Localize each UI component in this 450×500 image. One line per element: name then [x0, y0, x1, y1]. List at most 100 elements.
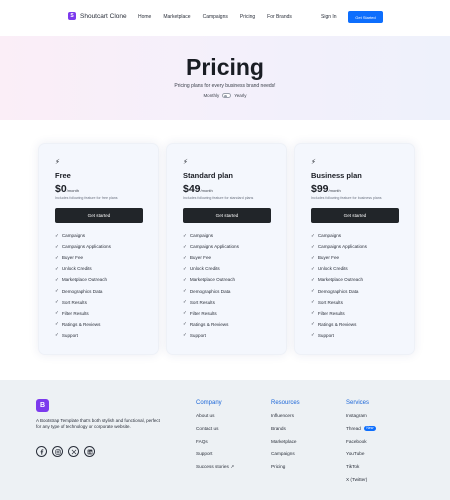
navbar: S Shoutcart Clone Home Marketplace Campa… — [0, 0, 450, 36]
billing-switch[interactable] — [222, 93, 232, 98]
footer-link[interactable]: Marketplace — [271, 438, 300, 451]
footer-column-title: Resources — [271, 400, 300, 406]
check-icon: ✓ — [311, 265, 315, 271]
plan-get-started-button[interactable]: Get started — [183, 208, 271, 223]
footer-link[interactable]: TikTok — [346, 463, 376, 476]
footer-link[interactable]: FAQs — [196, 438, 234, 451]
brand[interactable]: S Shoutcart Clone — [68, 12, 127, 20]
plan-description: Includes following feature for business … — [311, 196, 382, 200]
footer-link[interactable]: Instagram — [346, 412, 376, 425]
brand-name: Shoutcart Clone — [80, 12, 127, 20]
footer-link[interactable]: YouTube — [346, 450, 376, 463]
feature-label: Demographics Data — [61, 288, 103, 294]
footer-link[interactable]: Brands — [271, 425, 300, 438]
feature-label: Sort Results — [61, 299, 87, 305]
feature-item: ✓ Support — [311, 330, 367, 341]
check-icon: ✓ — [55, 265, 59, 271]
feature-item: ✓ Buyer Fee — [183, 252, 239, 263]
feature-label: Campaigns — [189, 233, 214, 239]
nav-link-marketplace[interactable]: Marketplace — [163, 14, 190, 20]
check-icon: ✓ — [55, 321, 59, 327]
signin-link[interactable]: Sign In — [321, 14, 337, 20]
check-icon: ✓ — [311, 243, 315, 249]
plan-price: $0/month — [55, 183, 79, 195]
footer-link[interactable]: Contact us — [196, 425, 234, 438]
nav-link-pricing[interactable]: Pricing — [240, 14, 255, 20]
check-icon: ✓ — [183, 243, 187, 249]
external-link-icon: ↗ — [230, 464, 235, 470]
feature-label: Campaigns Applications — [317, 244, 367, 250]
nav-link-campaigns[interactable]: Campaigns — [203, 14, 228, 20]
check-icon: ✓ — [183, 254, 187, 260]
plan-price: $49/month — [183, 183, 213, 195]
price-period: /month — [200, 188, 213, 193]
feature-label: Support — [189, 332, 206, 338]
get-started-button[interactable]: Get Started — [348, 11, 383, 23]
check-icon: ✓ — [55, 276, 59, 282]
x-icon[interactable] — [68, 446, 79, 457]
check-icon: ✓ — [55, 332, 59, 338]
check-icon: ✓ — [183, 232, 187, 238]
linkedin-icon[interactable] — [84, 446, 95, 457]
footer-logo[interactable]: B — [36, 399, 49, 412]
check-icon: ✓ — [311, 310, 315, 316]
plan-get-started-button[interactable]: Get started — [55, 208, 143, 223]
brand-logo-icon: S — [68, 12, 76, 20]
feature-list: ✓ Campaigns ✓ Campaigns Applications ✓ Buye… — [55, 230, 111, 341]
feature-label: Demographics Data — [317, 288, 359, 294]
footer-link[interactable]: Support — [196, 450, 234, 463]
check-icon: ✓ — [311, 232, 315, 238]
check-icon: ✓ — [311, 254, 315, 260]
nav-link-for-brands[interactable]: For Brands — [267, 14, 292, 20]
feature-label: Sort Results — [317, 299, 343, 305]
feature-label: Ratings & Reviews — [189, 321, 229, 327]
facebook-icon[interactable] — [36, 446, 47, 457]
feature-item: ✓ Sort Results — [311, 297, 367, 308]
feature-item: ✓ Demographics Data — [55, 285, 111, 296]
price-amount: $0 — [55, 183, 67, 195]
feature-item: ✓ Unlock Credits — [55, 263, 111, 274]
footer-column-services: Services Instagram Thread New Facebook Yo… — [346, 400, 376, 489]
footer-column-title: Services — [346, 400, 370, 406]
hero-subtitle: Pricing plans for every business brand n… — [174, 83, 276, 89]
price-amount: $99 — [311, 183, 329, 195]
footer-link[interactable]: Influencers — [271, 412, 300, 425]
check-icon: ✓ — [311, 299, 315, 305]
feature-item: ✓ Ratings & Reviews — [183, 319, 239, 330]
footer-link[interactable]: Pricing — [271, 463, 300, 476]
feature-item: ✓ Campaigns Applications — [55, 241, 111, 252]
feature-item: ✓ Campaigns — [311, 230, 367, 241]
feature-label: Unlock Credits — [61, 266, 92, 272]
footer-column-title: Company — [196, 400, 222, 406]
instagram-icon[interactable] — [52, 446, 63, 457]
footer: B A Bootstrap Template that's both styli… — [0, 380, 450, 500]
check-icon: ✓ — [183, 276, 187, 282]
footer-column-resources: Resources Influencers Brands Marketplace… — [271, 400, 300, 476]
billing-toggle: Monthly Yearly — [0, 93, 450, 98]
toggle-monthly-label: Monthly — [203, 93, 220, 98]
check-icon: ✓ — [311, 321, 315, 327]
check-icon: ✓ — [183, 332, 187, 338]
check-icon: ✓ — [55, 288, 59, 294]
feature-label: Support — [61, 332, 78, 338]
feature-label: Campaigns Applications — [61, 244, 111, 250]
footer-link-thread[interactable]: Thread New — [346, 425, 376, 438]
footer-link-success-stories[interactable]: Success stories ↗ — [196, 463, 234, 476]
plan-card-standard: ⚡︎ Standard plan $49/month Includes foll… — [166, 143, 287, 355]
price-amount: $49 — [183, 183, 201, 195]
feature-label: Filter Results — [317, 310, 345, 316]
feature-list: ✓ Campaigns ✓ Campaigns Applications ✓ Buye… — [311, 230, 367, 341]
feature-item: ✓ Marketplace Outreach — [55, 274, 111, 285]
feature-label: Marketplace Outreach — [61, 277, 108, 283]
footer-link[interactable]: Facebook — [346, 438, 376, 451]
footer-link[interactable]: About us — [196, 412, 234, 425]
bolt-icon: ⚡︎ — [55, 159, 60, 166]
footer-link[interactable]: Campaigns — [271, 450, 300, 463]
feature-item: ✓ Campaigns — [183, 230, 239, 241]
nav-link-home[interactable]: Home — [138, 14, 151, 20]
feature-label: Buyer Fee — [317, 255, 340, 261]
footer-link[interactable]: X (Twitter) — [346, 476, 376, 489]
feature-item: ✓ Sort Results — [55, 297, 111, 308]
bolt-icon: ⚡︎ — [311, 159, 316, 166]
plan-get-started-button[interactable]: Get started — [311, 208, 399, 223]
